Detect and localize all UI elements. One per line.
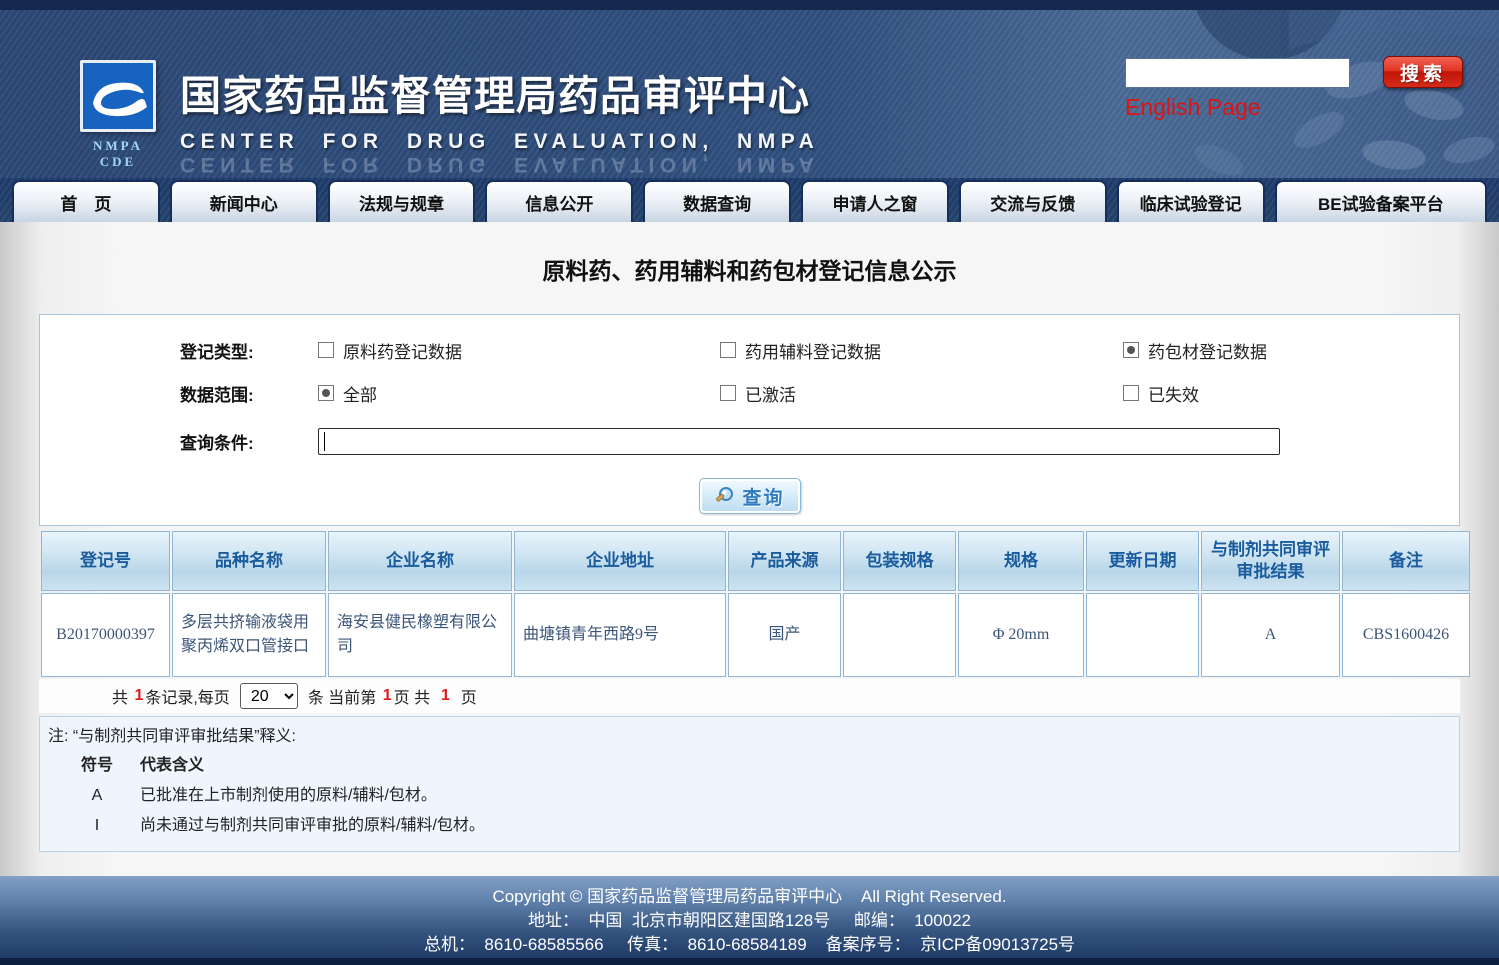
pagination-text: 条 当前第 — [308, 684, 381, 708]
nav-tab-clinical-trial[interactable]: 临床试验登记 — [1117, 180, 1265, 222]
col-header-packaging-spec: 包装规格 — [843, 531, 956, 591]
total-pages: 1 — [439, 687, 452, 705]
col-header-company-address: 企业地址 — [514, 531, 726, 591]
radio-option-packaging[interactable]: 药包材登记数据 — [1123, 338, 1459, 363]
footer-address: 地址： 中国 北京市朝阳区建国路128号 邮编： 100022 — [0, 909, 1499, 933]
note-meaning: 已批准在上市制剂使用的原料/辅料/包材。 — [140, 781, 437, 811]
radio-icon[interactable] — [318, 385, 334, 401]
nav-tab-feedback[interactable]: 交流与反馈 — [959, 180, 1107, 222]
radio-label: 全部 — [343, 381, 377, 406]
page-footer: Copyright © 国家药品监督管理局药品审评中心 All Right Re… — [0, 876, 1499, 958]
note-item-i: I 尚未通过与制剂共同审评审批的原料/辅料/包材。 — [48, 811, 1451, 841]
site-subtitle: CENTER FOR DRUG EVALUATION, NMPA — [180, 130, 819, 154]
results-table: 登记号 品种名称 企业名称 企业地址 产品来源 包装规格 规格 更新日期 与制剂… — [39, 529, 1472, 679]
page-size-select[interactable]: 20 — [240, 683, 298, 709]
record-count: 1 — [132, 687, 145, 705]
text-caret — [324, 432, 325, 451]
top-strip — [0, 0, 1499, 10]
col-header-update-date: 更新日期 — [1086, 531, 1199, 591]
bottom-strip — [0, 958, 1499, 965]
current-page: 1 — [381, 687, 394, 705]
site-logo: NMPA CDE — [78, 60, 158, 170]
notes-panel: 注: “与制剂共同审评审批结果”释义: 符号 代表含义 A 已批准在上市制剂使用… — [39, 716, 1460, 852]
radio-label: 已激活 — [745, 381, 796, 406]
note-meaning: 尚未通过与制剂共同审评审批的原料/辅料/包材。 — [140, 811, 485, 841]
cell-spec: Φ 20mm — [958, 593, 1084, 677]
notes-symbol-header: 符号 — [68, 751, 126, 781]
notes-title: 注: “与制剂共同审评审批结果”释义: — [48, 723, 1451, 751]
query-button-label: 查询 — [742, 483, 784, 510]
col-header-company-name: 企业名称 — [328, 531, 512, 591]
footer-gap — [0, 852, 1499, 876]
radio-option-all[interactable]: 全部 — [318, 381, 720, 406]
english-page-link[interactable]: English Page — [1125, 94, 1261, 121]
cell-product-name: 多层共挤输液袋用聚丙烯双口管接口 — [172, 593, 326, 677]
table-header-row: 登记号 品种名称 企业名称 企业地址 产品来源 包装规格 规格 更新日期 与制剂… — [41, 531, 1470, 591]
nav-tab-applicant-window[interactable]: 申请人之窗 — [801, 180, 949, 222]
pagination-text: 页 — [452, 684, 477, 708]
pagination-text: 页 共 — [394, 684, 439, 708]
site-title: 国家药品监督管理局药品审评中心 — [180, 62, 819, 122]
nav-tab-info-disclosure[interactable]: 信息公开 — [485, 180, 633, 222]
radio-label: 药包材登记数据 — [1148, 338, 1267, 363]
header-search-button[interactable]: 搜索 — [1383, 56, 1463, 88]
site-banner: NMPA CDE 国家药品监督管理局药品审评中心 CENTER FOR DRUG… — [0, 10, 1499, 178]
radio-label: 已失效 — [1148, 381, 1199, 406]
header-search-input[interactable] — [1125, 58, 1350, 88]
radio-option-expired[interactable]: 已失效 — [1123, 381, 1459, 406]
pagination-text: 条记录,每页 — [145, 684, 229, 708]
note-symbol: I — [68, 811, 126, 841]
reg-type-label: 登记类型: — [180, 338, 318, 363]
pagination-bar: 共 1条记录,每页 20 条 当前第 1页 共 1 页 — [39, 679, 1460, 713]
query-condition-label: 查询条件: — [180, 429, 318, 454]
query-condition-input[interactable] — [318, 428, 1280, 455]
note-item-a: A 已批准在上市制剂使用的原料/辅料/包材。 — [48, 781, 1451, 811]
cell-update-date — [1086, 593, 1199, 677]
nav-tab-data-query[interactable]: 数据查询 — [643, 180, 791, 222]
nav-tab-home[interactable]: 首 页 — [12, 180, 160, 222]
nav-tab-be-platform[interactable]: BE试验备案平台 — [1275, 180, 1488, 222]
pagination-text: 共 — [112, 684, 132, 708]
radio-icon[interactable] — [1123, 385, 1139, 401]
query-button[interactable]: 查询 — [699, 478, 801, 514]
radio-option-activated[interactable]: 已激活 — [720, 381, 1123, 406]
main-nav: 首 页 新闻中心 法规与规章 信息公开 数据查询 申请人之窗 交流与反馈 临床试… — [0, 178, 1499, 222]
col-header-joint-review-result: 与制剂共同审评审批结果 — [1201, 531, 1340, 591]
logo-caption: NMPA CDE — [78, 138, 158, 170]
cell-joint-review-result: A — [1201, 593, 1340, 677]
cell-packaging-spec — [843, 593, 956, 677]
search-icon — [714, 486, 735, 507]
col-header-spec: 规格 — [958, 531, 1084, 591]
banner-pills-image — [1039, 10, 1499, 178]
radio-option-excipient[interactable]: 药用辅料登记数据 — [720, 338, 1123, 363]
radio-icon[interactable] — [1123, 342, 1139, 358]
site-subtitle-reflection: CENTER FOR DRUG EVALUATION, NMPA — [180, 152, 819, 176]
col-header-reg-number: 登记号 — [41, 531, 170, 591]
radio-option-raw-material[interactable]: 原料药登记数据 — [318, 338, 720, 363]
radio-icon[interactable] — [720, 342, 736, 358]
col-header-product-origin: 产品来源 — [728, 531, 841, 591]
nav-tab-news[interactable]: 新闻中心 — [170, 180, 318, 222]
cell-product-origin: 国产 — [728, 593, 841, 677]
col-header-remarks: 备注 — [1342, 531, 1470, 591]
radio-label: 药用辅料登记数据 — [745, 338, 881, 363]
radio-icon[interactable] — [720, 385, 736, 401]
note-symbol: A — [68, 781, 126, 811]
data-scope-label: 数据范围: — [180, 381, 318, 406]
cell-remarks: CBS1600426 — [1342, 593, 1470, 677]
query-form-panel: 登记类型: 原料药登记数据 药用辅料登记数据 药包材登记数据 数据范围: 全部 — [39, 314, 1460, 526]
page-title: 原料药、药用辅料和药包材登记信息公示 — [0, 222, 1499, 314]
cde-logo-swoosh-icon — [80, 60, 156, 132]
cell-company-name: 海安县健民橡塑有限公司 — [328, 593, 512, 677]
radio-icon[interactable] — [318, 342, 334, 358]
radio-label: 原料药登记数据 — [343, 338, 462, 363]
col-header-product-name: 品种名称 — [172, 531, 326, 591]
cell-company-address: 曲塘镇青年西路9号 — [514, 593, 726, 677]
cell-reg-number: B20170000397 — [41, 593, 170, 677]
nav-tab-regulations[interactable]: 法规与规章 — [328, 180, 476, 222]
footer-contact: 总机： 8610-68585566 传真： 8610-68584189 备案序号… — [0, 933, 1499, 957]
footer-copyright: Copyright © 国家药品监督管理局药品审评中心 All Right Re… — [0, 885, 1499, 909]
table-row: B20170000397 多层共挤输液袋用聚丙烯双口管接口 海安县健民橡塑有限公… — [41, 593, 1470, 677]
notes-meaning-header: 代表含义 — [140, 751, 204, 781]
